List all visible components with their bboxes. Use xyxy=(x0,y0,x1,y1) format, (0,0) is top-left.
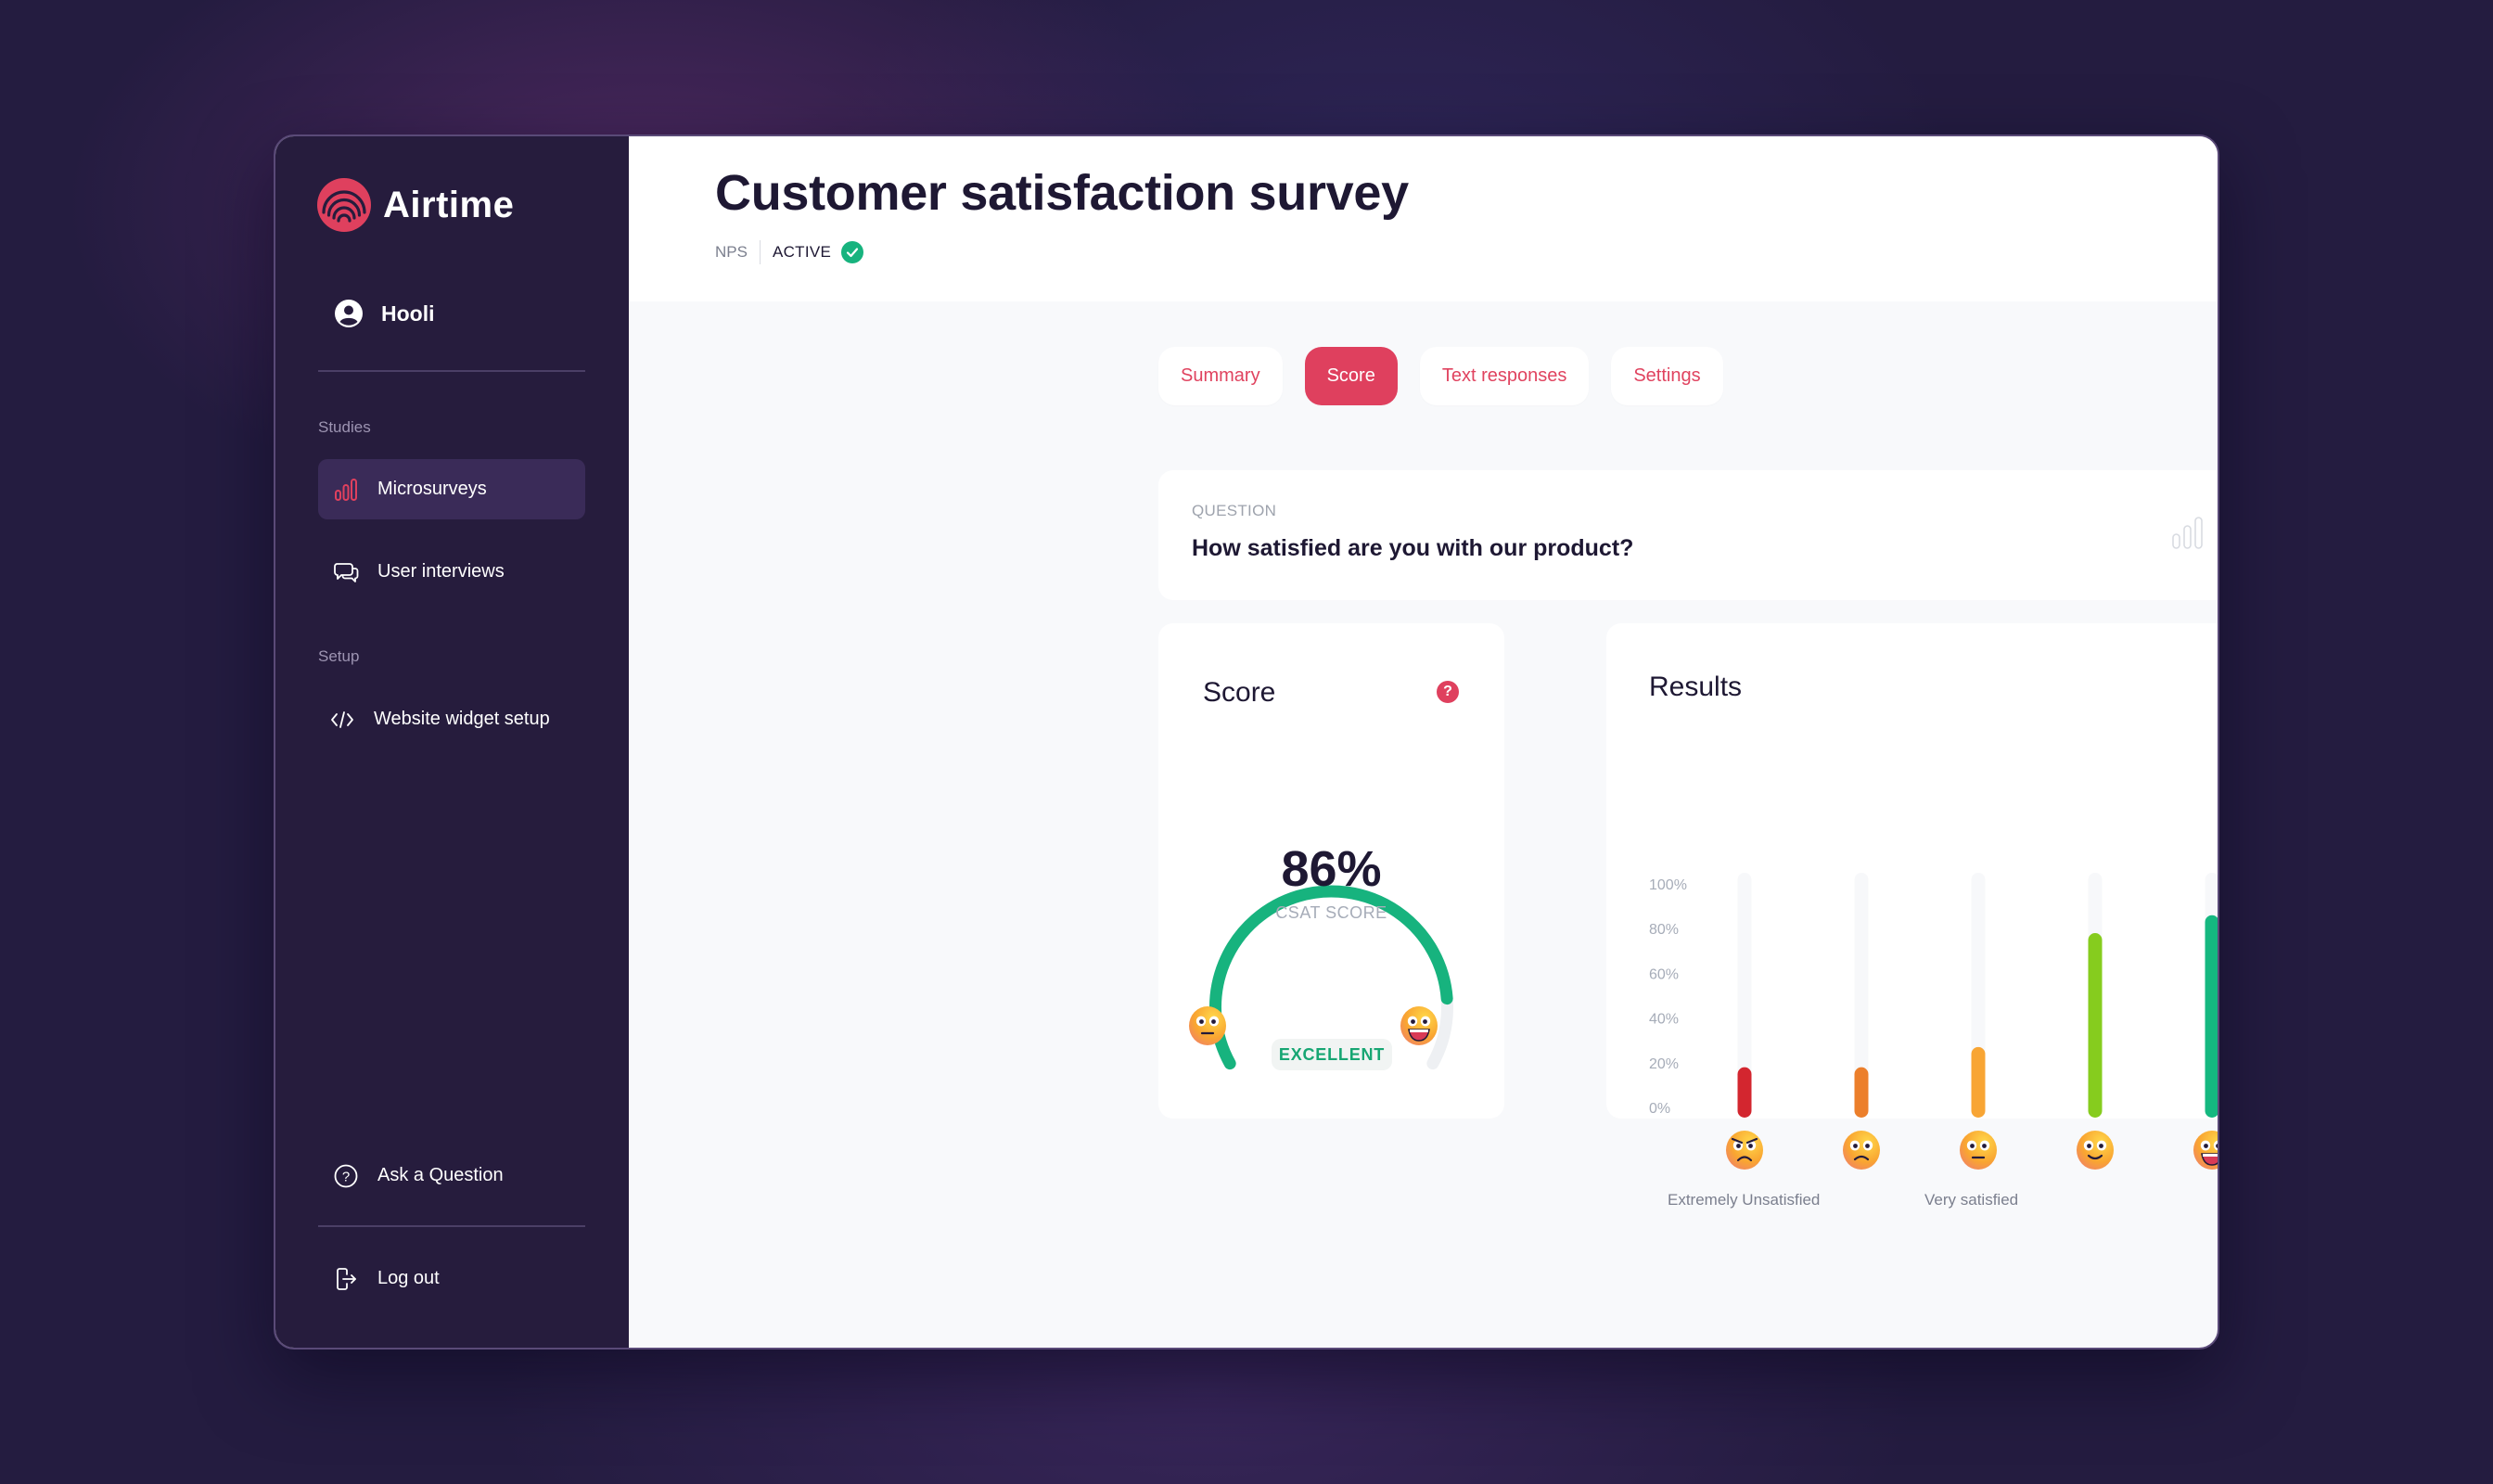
sidebar-item-microsurveys[interactable]: Microsurveys xyxy=(318,459,585,519)
user-circle-icon xyxy=(335,300,363,327)
ask-question-label: Ask a Question xyxy=(377,1165,504,1185)
sidebar-item-label: User interviews xyxy=(377,561,505,582)
tab-summary[interactable]: Summary xyxy=(1158,347,1283,405)
logout-label: Log out xyxy=(377,1268,440,1288)
bar-angry-face[interactable] xyxy=(1737,1067,1752,1118)
status-badge: ACTIVE xyxy=(772,243,832,261)
survey-meta: NPS ACTIVE xyxy=(715,240,864,264)
sidebar-divider xyxy=(318,370,585,372)
question-text: How satisfied are you with our product? xyxy=(1192,535,1634,561)
tab-bar: Summary Score Text responses Settings xyxy=(1158,347,1723,405)
score-card: Score ? 86% CSAT SCORE EXCELLENT xyxy=(1158,623,1504,1119)
bar-grinning-face[interactable] xyxy=(2205,915,2219,1118)
meta-separator xyxy=(759,240,761,264)
neutral-face-icon xyxy=(1189,1006,1226,1045)
sidebar-item-label: Website widget setup xyxy=(374,709,550,729)
angry-face-icon xyxy=(1726,1131,1763,1170)
neutral-face-icon xyxy=(1960,1131,1997,1170)
results-chart: 100% 80% 60% 40% 20% 0% xyxy=(1649,873,2219,1118)
y-tick-label: 80% xyxy=(1649,922,1679,938)
page-title: Customer satisfaction survey xyxy=(715,165,1409,221)
main-content: Customer satisfaction survey NPS ACTIVE … xyxy=(629,136,2218,1348)
y-tick-label: 40% xyxy=(1649,1012,1679,1028)
score-sub-label: CSAT SCORE xyxy=(1275,903,1387,922)
results-card: Results 100% 80% 60% 40% 20% 0% Extremely Uns… xyxy=(1606,623,2219,1209)
tab-score[interactable]: Score xyxy=(1304,347,1398,405)
bar-smiling-face[interactable] xyxy=(2088,933,2103,1118)
y-tick-label: 20% xyxy=(1649,1056,1679,1072)
account-name: Hooli xyxy=(381,301,435,326)
tab-text-responses[interactable]: Text responses xyxy=(1419,347,1590,405)
tab-settings[interactable]: Settings xyxy=(1611,347,1723,405)
chat-bubbles-icon xyxy=(333,559,359,585)
grinning-face-icon xyxy=(2193,1131,2218,1170)
bar-neutral-face[interactable] xyxy=(1971,1046,1986,1118)
section-label-setup: Setup xyxy=(318,647,360,665)
app-window: Airtime Hooli Studies Microsurveys User … xyxy=(274,134,2219,1350)
account[interactable]: Hooli xyxy=(335,300,435,327)
sidebar-divider xyxy=(318,1225,585,1227)
logout-icon xyxy=(333,1266,359,1292)
section-label-studies: Studies xyxy=(318,418,371,436)
rating-badge: EXCELLENT xyxy=(1272,1039,1392,1070)
question-card: QUESTION How satisfied are you with our … xyxy=(1158,470,2218,600)
sidebar-item-label: Microsurveys xyxy=(377,479,487,499)
frowning-face-icon xyxy=(1843,1131,1880,1170)
question-circle-icon: ? xyxy=(333,1163,359,1189)
svg-text:?: ? xyxy=(342,1169,350,1184)
score-value: 86% xyxy=(1281,841,1382,897)
sidebar-item-website-widget-setup[interactable]: Website widget setup xyxy=(318,689,585,749)
y-tick-label: 100% xyxy=(1649,877,1687,893)
airtime-logo-icon xyxy=(317,178,371,232)
y-tick-label: 60% xyxy=(1649,966,1679,982)
sidebar-item-user-interviews[interactable]: User interviews xyxy=(318,542,585,602)
question-label: QUESTION xyxy=(1192,502,1277,519)
grinning-face-icon xyxy=(1400,1006,1438,1045)
check-circle-icon xyxy=(841,241,864,263)
code-icon xyxy=(329,707,355,733)
logo[interactable]: Airtime xyxy=(316,177,514,233)
low-end-label: Extremely Unsatisfied xyxy=(1668,1191,1821,1209)
ask-question-button[interactable]: ? Ask a Question xyxy=(318,1145,585,1206)
bar-chart-icon xyxy=(333,477,359,503)
page-header: Customer satisfaction survey NPS ACTIVE xyxy=(629,136,2218,301)
survey-type: NPS xyxy=(715,243,748,261)
bar-frowning-face[interactable] xyxy=(1854,1067,1869,1118)
high-end-label: Very satisfied xyxy=(1924,1191,2019,1209)
app-name: Airtime xyxy=(383,184,515,225)
bar-chart-icon xyxy=(2172,517,2203,549)
y-tick-label: 0% xyxy=(1649,1101,1670,1117)
smiling-face-icon xyxy=(2077,1131,2114,1170)
logout-button[interactable]: Log out xyxy=(318,1248,585,1309)
sidebar: Airtime Hooli Studies Microsurveys User … xyxy=(275,136,629,1348)
